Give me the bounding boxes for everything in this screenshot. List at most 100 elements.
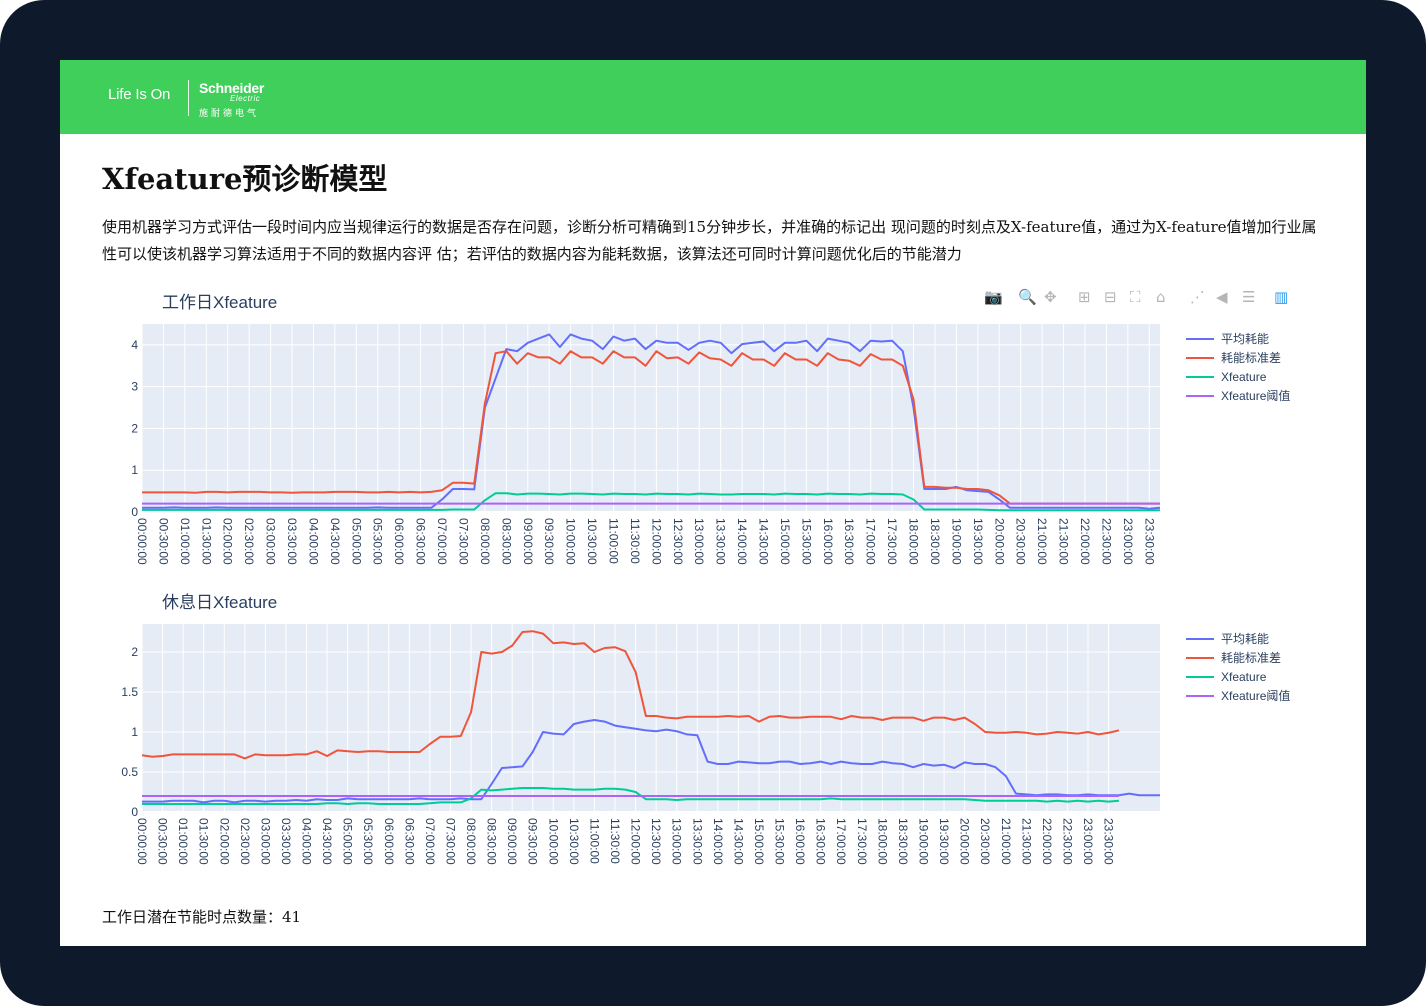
x-tick-label: 12:30:00 (671, 518, 685, 565)
x-tick-label: 23:00:00 (1121, 518, 1135, 565)
x-tick-label: 20:00:00 (992, 518, 1006, 565)
x-tick-label: 08:30:00 (499, 518, 513, 565)
legend-item-label[interactable]: Xfeature阈值 (1221, 688, 1290, 703)
x-tick-label: 20:00:00 (958, 818, 972, 865)
zoom-icon[interactable]: 🔍 (1018, 288, 1037, 306)
x-tick-label: 20:30:00 (1014, 518, 1028, 565)
workday-chart: 00:00:00 00:30:00 01:00:00 01:30:00 02:00:00… (131, 324, 1290, 565)
x-tick-label: 17:00:00 (864, 518, 878, 565)
x-tick-label: 12:00:00 (629, 818, 643, 865)
x-tick-label: 03:30:00 (279, 818, 293, 865)
y-tick-label: 0.5 (121, 765, 138, 779)
zoom-out-icon[interactable]: ⊟ (1104, 288, 1117, 306)
hover-compare-icon[interactable]: ☰ (1242, 288, 1255, 306)
x-tick-label: 19:00:00 (916, 818, 930, 865)
x-tick-label: 17:00:00 (834, 818, 848, 865)
x-tick-label: 04:30:00 (320, 818, 334, 865)
autoscale-icon[interactable]: ⛶ (1130, 288, 1141, 306)
x-tick-label: 10:00:00 (564, 518, 578, 565)
x-tick-label: 10:00:00 (546, 818, 560, 865)
x-tick-label: 16:30:00 (814, 818, 828, 865)
x-tick-label: 00:00:00 (135, 818, 149, 865)
x-tick-label: 17:30:00 (885, 518, 899, 565)
legend-item-label[interactable]: 平均耗能 (1221, 332, 1269, 346)
x-tick-label: 07:30:00 (443, 818, 457, 865)
y-tick-label: 1 (131, 725, 138, 739)
x-tick-label: 05:00:00 (341, 818, 355, 865)
pan-icon[interactable]: ✥ (1044, 288, 1057, 306)
y-tick-label: 1.5 (121, 685, 138, 699)
x-tick-label: 04:30:00 (328, 518, 342, 565)
x-tick-label: 03:30:00 (285, 518, 299, 565)
x-tick-label: 08:00:00 (478, 518, 492, 565)
chart-title-workday: 工作日Xfeature (162, 293, 278, 312)
legend-item-label[interactable]: 耗能标准差 (1221, 651, 1281, 665)
x-tick-label: 07:30:00 (456, 518, 470, 565)
logo-separator (188, 80, 189, 116)
x-tick-label: 18:30:00 (896, 818, 910, 865)
x-tick-label: 05:30:00 (361, 818, 375, 865)
x-tick-label: 21:00:00 (999, 818, 1013, 865)
x-tick-label: 14:00:00 (735, 518, 749, 565)
x-tick-label: 22:30:00 (1060, 818, 1074, 865)
legend-item-label[interactable]: 平均耗能 (1221, 632, 1269, 646)
x-tick-label: 06:00:00 (382, 818, 396, 865)
x-tick-label: 22:00:00 (1040, 818, 1054, 865)
x-tick-label: 18:30:00 (928, 518, 942, 565)
x-tick-label: 06:30:00 (402, 818, 416, 865)
x-tick-label: 04:00:00 (300, 818, 314, 865)
spike-lines-icon[interactable]: ⋰ (1190, 288, 1205, 306)
x-tick-label: 19:00:00 (949, 518, 963, 565)
x-tick-label: 23:30:00 (1102, 818, 1116, 865)
x-tick-label: 06:00:00 (392, 518, 406, 565)
x-tick-label: 09:00:00 (521, 518, 535, 565)
x-tick-label: 06:30:00 (414, 518, 428, 565)
legend-item-label[interactable]: Xfeature (1221, 370, 1267, 384)
x-tick-label: 03:00:00 (264, 518, 278, 565)
x-tick-label: 13:00:00 (692, 518, 706, 565)
x-tick-label: 16:00:00 (793, 818, 807, 865)
schneider-logo-sub: Electric (230, 94, 261, 103)
hover-closest-icon[interactable]: ◀ (1216, 288, 1228, 306)
legend-item-label[interactable]: Xfeature (1221, 670, 1267, 684)
x-tick-label: 14:30:00 (731, 818, 745, 865)
zoom-in-icon[interactable]: ⊞ (1078, 288, 1091, 306)
x-tick-label: 05:30:00 (371, 518, 385, 565)
x-tick-label: 17:30:00 (855, 818, 869, 865)
x-tick-label: 11:30:00 (628, 518, 642, 564)
x-tick-label: 10:30:00 (567, 818, 581, 865)
x-tick-label: 00:30:00 (156, 818, 170, 865)
y-tick-label: 2 (131, 645, 138, 659)
x-tick-label: 23:30:00 (1142, 518, 1156, 565)
x-tick-label: 01:00:00 (178, 518, 192, 565)
x-tick-label: 02:30:00 (238, 818, 252, 865)
legend-item-label[interactable]: Xfeature阈值 (1221, 388, 1290, 403)
x-tick-label: 20:30:00 (978, 818, 992, 865)
x-tick-label: 09:00:00 (505, 818, 519, 865)
reset-axes-icon[interactable]: ⌂ (1156, 288, 1166, 306)
x-tick-label: 02:30:00 (242, 518, 256, 565)
x-tick-label: 23:00:00 (1081, 818, 1095, 865)
x-tick-label: 08:00:00 (464, 818, 478, 865)
x-tick-label: 11:00:00 (606, 518, 620, 564)
savings-count: 工作日潜在节能时点数量：41 (102, 906, 301, 927)
x-tick-label: 15:00:00 (752, 818, 766, 865)
x-tick-label: 14:30:00 (757, 518, 771, 565)
device-frame: Life Is On Schneider Electric 施耐德电气 Xfea… (0, 0, 1426, 1006)
x-tick-label: 08:30:00 (485, 818, 499, 865)
x-tick-label: 01:00:00 (176, 818, 190, 865)
x-tick-label: 13:30:00 (690, 818, 704, 865)
schneider-logo-cn: 施耐德电气 (199, 109, 260, 119)
x-tick-label: 12:00:00 (649, 518, 663, 565)
legend-item-label[interactable]: 耗能标准差 (1221, 351, 1281, 365)
x-tick-label: 15:30:00 (773, 818, 787, 865)
y-tick-label: 3 (131, 380, 138, 394)
x-tick-label: 16:30:00 (842, 518, 856, 565)
x-tick-label: 09:30:00 (526, 818, 540, 865)
y-tick-label: 1 (131, 463, 138, 477)
plotly-logo-icon[interactable]: ▥ (1274, 288, 1288, 306)
y-tick-label: 0 (131, 505, 138, 519)
x-tick-label: 21:30:00 (1057, 518, 1071, 565)
x-tick-label: 10:30:00 (585, 518, 599, 565)
camera-icon[interactable]: 📷 (984, 288, 1003, 306)
